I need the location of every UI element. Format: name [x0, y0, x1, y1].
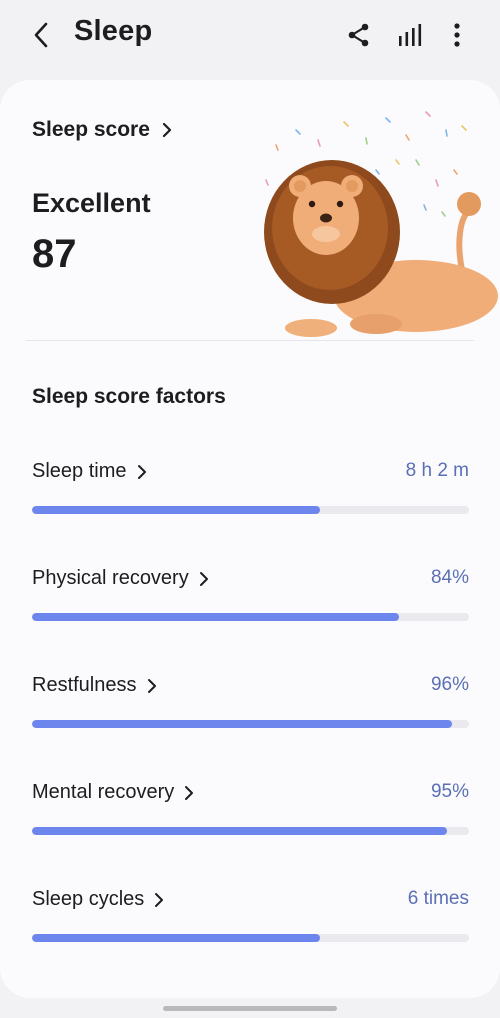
- progress-track: [32, 613, 469, 621]
- chevron-right-icon: [199, 571, 208, 586]
- chevron-right-icon: [155, 892, 164, 907]
- factor-value: 96%: [430, 674, 469, 695]
- factor-sleep-time[interactable]: Sleep time 8 h 2 m: [32, 460, 469, 520]
- share-button[interactable]: [342, 18, 376, 52]
- home-indicator[interactable]: [163, 1006, 337, 1011]
- progress-track: [32, 934, 469, 942]
- factor-value: 8 h 2 m: [405, 460, 469, 481]
- lion-illustration: [264, 111, 498, 337]
- sleep-score-label: Sleep score: [32, 118, 150, 141]
- sleep-score-value: 87: [32, 232, 77, 276]
- trends-button[interactable]: [393, 18, 427, 52]
- progress-fill: [32, 720, 452, 728]
- chevron-left-icon: [34, 22, 48, 48]
- bar-chart-icon: [399, 24, 422, 46]
- progress-track: [32, 827, 469, 835]
- factor-label: Mental recovery: [32, 781, 175, 803]
- factor-label: Physical recovery: [32, 567, 189, 589]
- factor-label: Sleep cycles: [32, 888, 145, 910]
- progress-fill: [32, 613, 400, 621]
- section-divider: [26, 340, 474, 341]
- sleep-score-link[interactable]: Sleep score: [32, 118, 172, 142]
- progress-fill: [32, 827, 448, 835]
- top-app-bar: Sleep: [0, 0, 500, 70]
- chevron-right-icon: [162, 122, 172, 138]
- progress-fill: [32, 934, 321, 942]
- factor-label: Restfulness: [32, 674, 137, 696]
- factor-mental-recovery[interactable]: Mental recovery 95%: [32, 781, 469, 841]
- progress-fill: [32, 506, 321, 514]
- progress-track: [32, 506, 469, 514]
- chevron-right-icon: [137, 464, 146, 479]
- factor-value: 95%: [430, 781, 469, 802]
- factor-sleep-cycles[interactable]: Sleep cycles 6 times: [32, 888, 469, 948]
- sleep-rating: Excellent: [32, 188, 151, 218]
- share-icon: [348, 23, 369, 47]
- more-options-button[interactable]: [440, 18, 474, 52]
- factor-label: Sleep time: [32, 460, 127, 482]
- factor-restfulness[interactable]: Restfulness 96%: [32, 674, 469, 734]
- factors-title: Sleep score factors: [32, 385, 226, 408]
- factor-physical-recovery[interactable]: Physical recovery 84%: [32, 567, 469, 627]
- back-button[interactable]: [26, 18, 56, 52]
- chevron-right-icon: [185, 785, 194, 800]
- factor-value: 6 times: [407, 888, 469, 909]
- page-title: Sleep: [74, 15, 153, 47]
- factor-value: 84%: [430, 567, 469, 588]
- chevron-right-icon: [147, 678, 156, 693]
- more-vertical-icon: [454, 23, 460, 47]
- progress-track: [32, 720, 469, 728]
